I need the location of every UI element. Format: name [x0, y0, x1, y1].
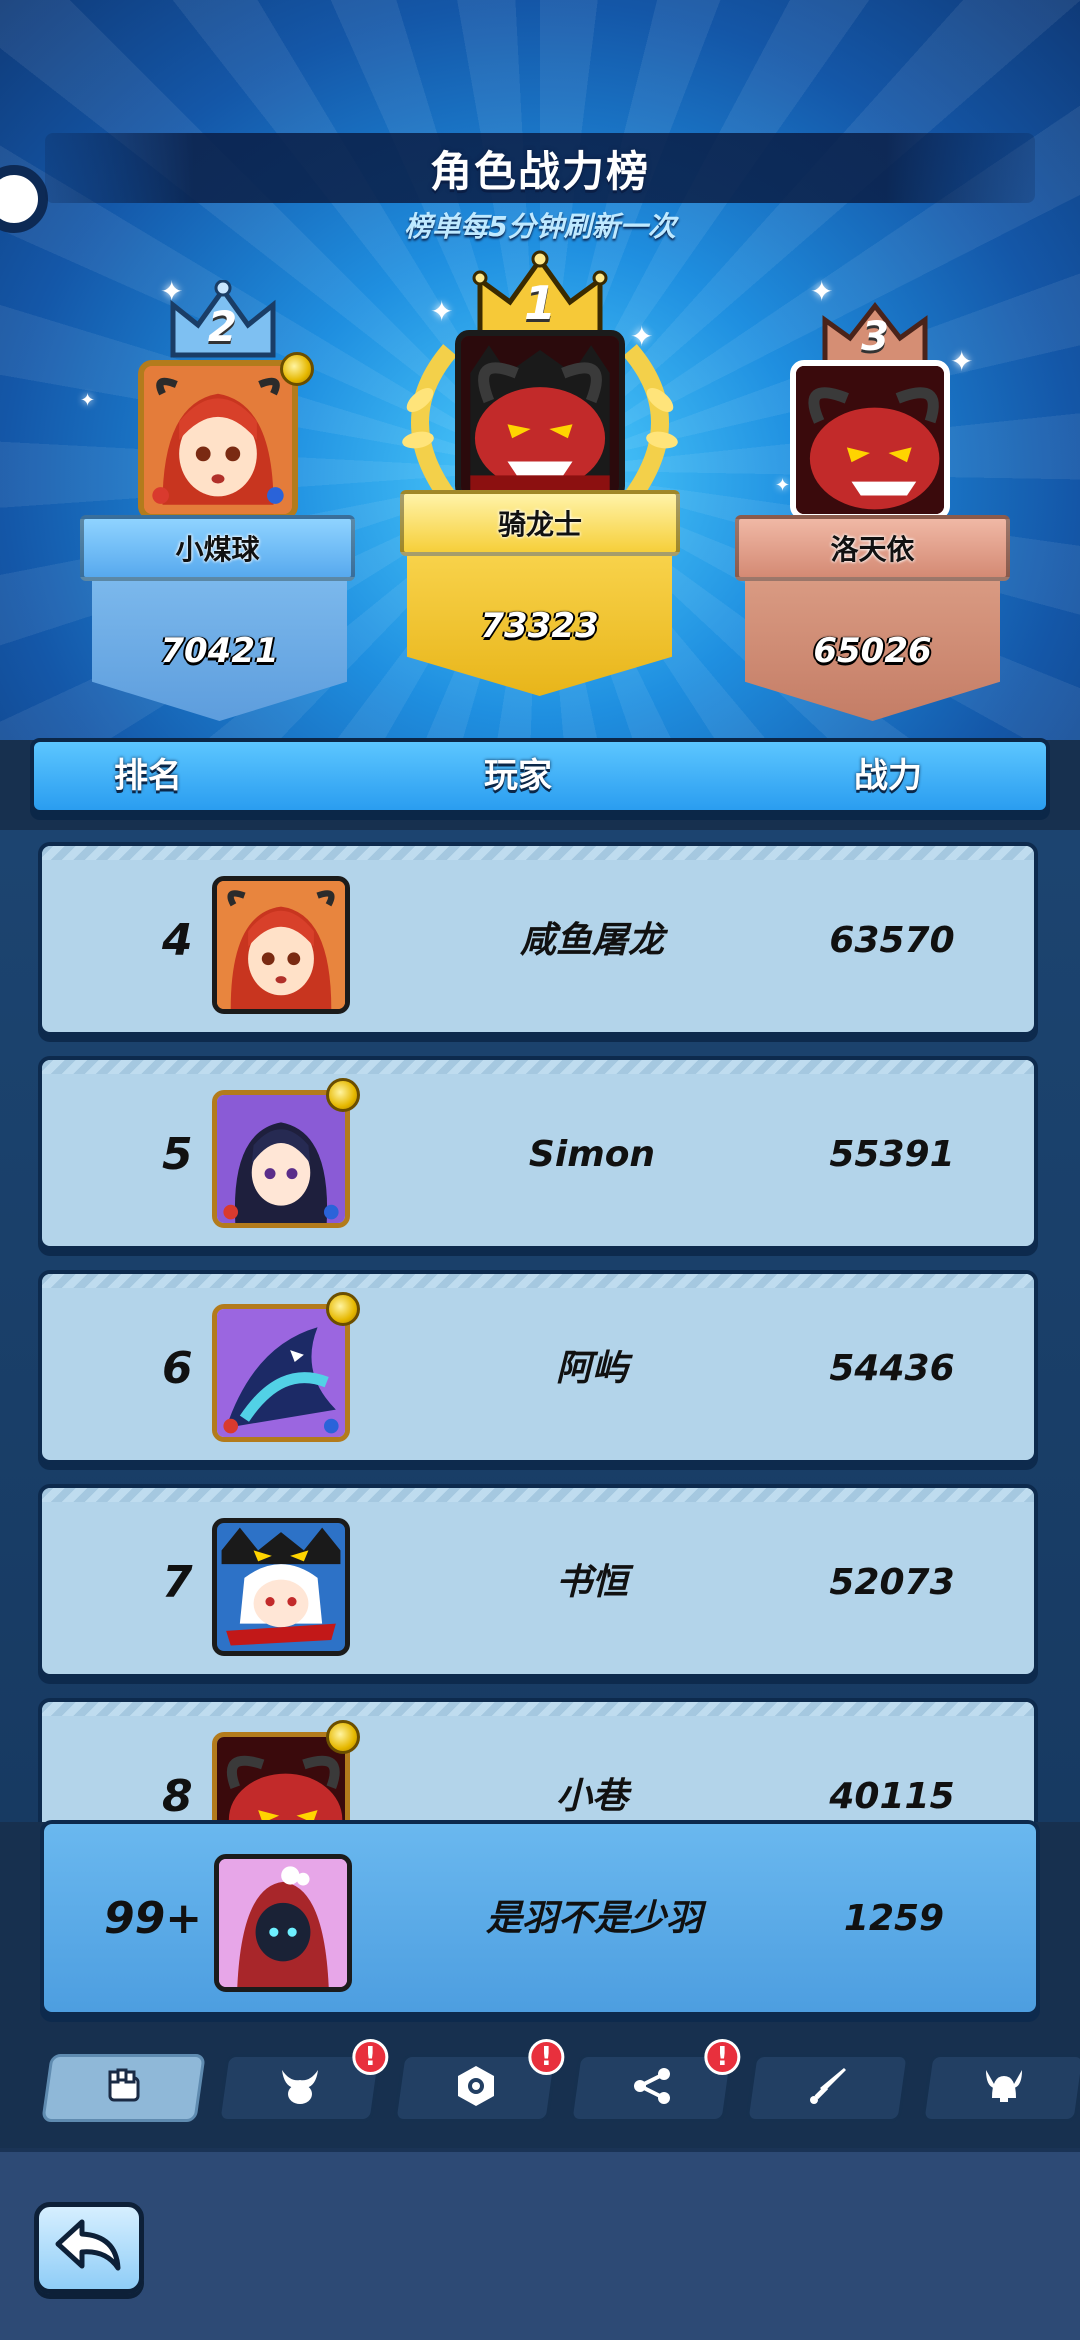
table-row[interactable]: 8 小巷 40115: [38, 1698, 1038, 1822]
podium-power-2: 70421: [92, 581, 347, 721]
back-arrow-icon: [54, 2218, 124, 2278]
tab-helmet[interactable]: [921, 2054, 1080, 2122]
avatar: [212, 1518, 350, 1656]
title-bar: 角色战力榜: [45, 133, 1035, 203]
coin-icon: [326, 1078, 360, 1112]
tab-demon[interactable]: !: [217, 2039, 389, 2122]
column-player: 玩家: [484, 756, 552, 796]
leaderboard-table-header: 排名 玩家 战力: [30, 738, 1050, 814]
table-row[interactable]: 4 咸鱼屠龙 63570: [38, 842, 1038, 1036]
share-nodes-icon: [630, 2064, 674, 2112]
row-power: 54436: [829, 1348, 955, 1389]
coin-icon: [280, 352, 314, 386]
avatar: [214, 1854, 352, 1992]
category-tabs: ! ! !: [0, 2039, 1080, 2140]
my-rank: 99+: [104, 1893, 203, 1944]
row-player-name: Simon: [528, 1134, 656, 1175]
tab-fist[interactable]: [41, 2054, 206, 2122]
my-rank-row[interactable]: 99+ 是羽不是少羽 1259: [40, 1820, 1040, 2016]
notification-badge: !: [704, 2039, 741, 2075]
row-power: 63570: [829, 920, 955, 961]
avatar: [138, 360, 298, 520]
coin-icon: [326, 1292, 360, 1326]
refresh-note: 榜单每5分钟刷新一次: [404, 210, 676, 243]
podium-rank-3: 3: [861, 314, 889, 360]
row-player-name: 咸鱼屠龙: [519, 920, 664, 961]
podium-power-1: 73323: [407, 556, 672, 696]
podium-second[interactable]: 2 小煤球 70421: [80, 280, 365, 721]
gold-crown-icon: 1: [470, 250, 610, 338]
demon-horns-icon: [278, 2064, 322, 2112]
avatar: [455, 330, 625, 500]
row-player-name: 书恒: [555, 1562, 628, 1603]
leaderboard-hero: 角色战力榜 榜单每5分钟刷新一次 ✦ ✦ ✦ ✦ ✦ ✦ ✦ 2 小煤球 704…: [0, 0, 1080, 740]
viking-helmet-icon: [982, 2064, 1026, 2112]
notification-badge: !: [352, 2039, 389, 2075]
avatar: [212, 1090, 350, 1228]
column-rank: 排名: [114, 756, 182, 796]
avatar: [212, 1304, 350, 1442]
avatar: [212, 876, 350, 1014]
page-title: 角色战力榜: [429, 146, 650, 196]
row-power: 55391: [829, 1134, 955, 1175]
podium-first[interactable]: 1 骑龙士 73323: [395, 250, 685, 700]
notification-badge: !: [528, 2039, 565, 2075]
back-button[interactable]: [34, 2202, 144, 2294]
coin-icon: [326, 1720, 360, 1754]
table-row[interactable]: 6 阿屿 54436: [38, 1270, 1038, 1464]
column-power: 战力: [854, 756, 922, 796]
shield-emblem-icon: [454, 2064, 498, 2112]
podium-rank-1: 1: [523, 276, 556, 330]
fist-icon: [102, 2064, 146, 2112]
podium-rank-2: 2: [207, 302, 238, 351]
silver-crown-icon: 2: [163, 280, 283, 360]
bottom-bar: [0, 2148, 1080, 2340]
my-player-name: 是羽不是少羽: [485, 1898, 702, 1939]
table-row[interactable]: 7 书恒 52073: [38, 1484, 1038, 1678]
podium-third[interactable]: 3 洛天依 65026: [735, 300, 1015, 721]
sword-icon: [806, 2064, 850, 2112]
leaderboard-list[interactable]: 4 咸鱼屠龙 63570 5 Simon 55391 6 阿屿 54436 7 …: [0, 830, 1080, 1822]
podium-power-3: 65026: [745, 581, 1000, 721]
podium-name-1: 骑龙士: [400, 490, 680, 556]
tab-share[interactable]: !: [569, 2039, 741, 2122]
row-player-name: 阿屿: [555, 1348, 628, 1389]
avatar: [790, 360, 950, 520]
row-player-name: 小巷: [555, 1776, 628, 1817]
row-power: 52073: [829, 1562, 955, 1603]
tab-sword[interactable]: [745, 2054, 910, 2122]
podium-name-2: 小煤球: [80, 515, 355, 581]
podium-name-3: 洛天依: [735, 515, 1010, 581]
table-row[interactable]: 5 Simon 55391: [38, 1056, 1038, 1250]
row-power: 40115: [829, 1776, 955, 1817]
my-power: 1259: [843, 1898, 945, 1939]
tab-emblem[interactable]: !: [393, 2039, 565, 2122]
